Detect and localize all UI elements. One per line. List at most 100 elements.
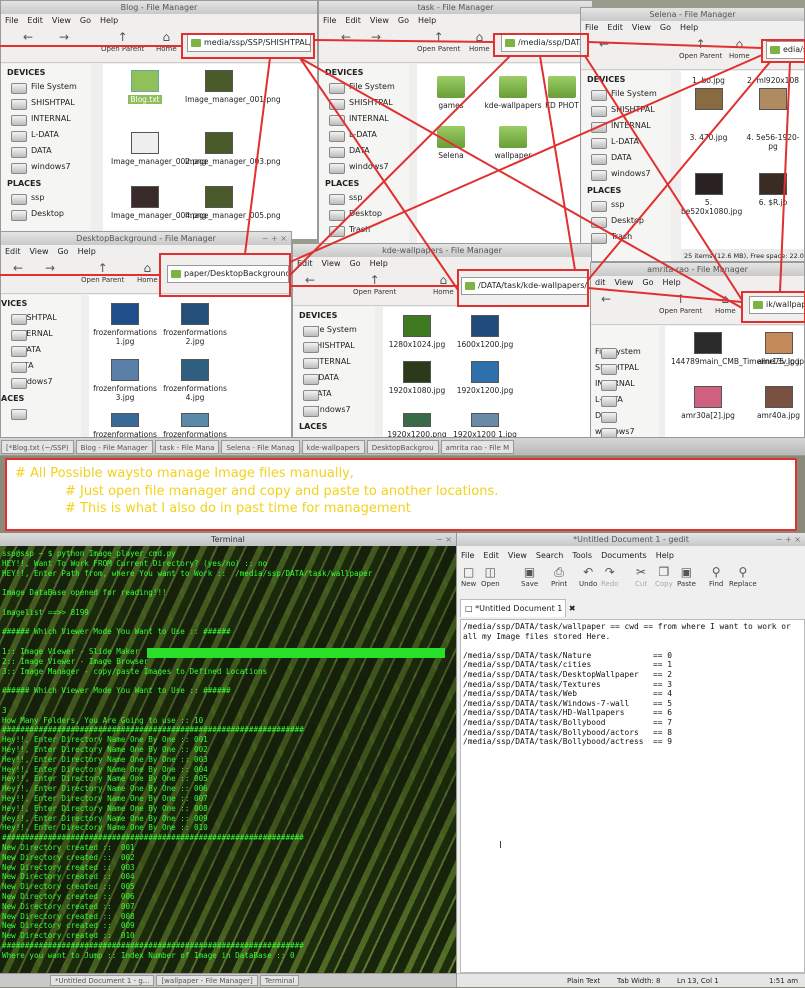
replace-icon: ⚲ <box>738 565 748 579</box>
terminal-window: Terminal − × ssp@ssp ~ $ python Image_pla… <box>0 533 456 987</box>
close-tab-icon[interactable]: ✖ <box>569 604 576 613</box>
text-editor-area[interactable]: /media/ssp/DATA/task/wallpaper == cwd ==… <box>460 619 805 973</box>
terminal-line: HEY!!, Enter Path from, where You want t… <box>2 568 373 578</box>
terminal-line: ########################################… <box>2 725 304 735</box>
terminal-line: Hey!!, Enter Directory Name One By One :… <box>2 754 208 764</box>
print-button[interactable]: ⎙ Print <box>551 564 567 588</box>
editor-line: /media/ssp/DATA/task/Nature == 0 <box>463 650 673 660</box>
cut-button[interactable]: ✂ Cut <box>635 564 647 588</box>
annotation-box <box>761 39 805 63</box>
tab-untitled-document[interactable]: □ *Untitled Document 1 ✖ <box>460 599 576 617</box>
document-icon: □ <box>465 604 473 613</box>
annotation-box <box>159 253 291 297</box>
terminal-line: imagelist ==>> 8199 <box>2 607 89 617</box>
note-line: # Just open file manager and copy and pa… <box>65 484 499 499</box>
taskbar-item[interactable]: *Untitled Document 1 - g... <box>50 975 155 986</box>
terminal-title: Terminal − × <box>0 533 456 546</box>
copy-icon: ❐ <box>658 565 670 579</box>
editor-line: /media/ssp/DATA/task/Bollybood/actors ==… <box>463 727 673 737</box>
redo-icon: ↷ <box>604 565 615 579</box>
terminal-line: New Directory created :: 005 <box>2 882 135 892</box>
annotation-box <box>181 33 315 59</box>
terminal-line: Hey!!, Enter Directory Name One By One :… <box>2 745 208 754</box>
editor-line: /media/ssp/DATA/task/cities == 1 <box>463 660 673 670</box>
annotation-arrows <box>0 33 805 323</box>
paste-icon: ▣ <box>680 565 693 579</box>
paste-button[interactable]: ▣ Paste <box>677 564 696 588</box>
find-button[interactable]: ⚲ Find <box>709 564 723 588</box>
status-bar: Plain Text Tab Width: 8 Ln 13, Col 1 1:5… <box>457 973 805 987</box>
cursor-position: Ln 13, Col 1 <box>677 977 719 985</box>
tab-width-selector[interactable]: Tab Width: 8 <box>617 974 660 988</box>
print-icon: ⎙ <box>554 565 564 579</box>
menu-tools[interactable]: Tools <box>572 551 592 560</box>
new-document-icon: □ <box>462 565 475 579</box>
menu-documents[interactable]: Documents <box>601 551 647 560</box>
terminal-line: New Directory created :: 002 <box>2 852 135 862</box>
menu-view[interactable]: View <box>508 551 527 560</box>
terminal-line: New Directory created :: 004 <box>2 872 135 882</box>
terminal-line: ########################################… <box>2 833 304 843</box>
open-button[interactable]: ◫ Open <box>481 564 500 588</box>
note-line: # All Possible waysto manage Image files… <box>15 466 354 481</box>
terminal-line: New Directory created :: 007 <box>2 901 135 911</box>
editor-line: /media/ssp/DATA/task/HD-Wallpapers == 6 <box>463 708 673 718</box>
text-cursor-icon: I <box>499 840 502 851</box>
terminal-line: Image DataBase opened for reading!!! <box>2 588 167 598</box>
terminal-line: New Directory created :: 001 <box>2 843 135 852</box>
terminal-line: ########################################… <box>2 941 304 950</box>
terminal-line: Hey!!, Enter Directory Name One By One :… <box>2 764 208 774</box>
find-icon: ⚲ <box>711 565 721 579</box>
terminal-line: Hey!!, Enter Directory Name One By One :… <box>2 823 208 833</box>
window-controls-icon: − + × <box>775 535 801 544</box>
terminal-line: How Many Folders, You Are Going to use :… <box>2 715 204 725</box>
menu-help[interactable]: Help <box>656 551 674 560</box>
taskbar-item[interactable]: [wallpaper - File Manager] <box>156 975 258 986</box>
save-icon: ▣ <box>523 565 536 579</box>
window-controls-icon: − × <box>436 535 452 544</box>
annotation-box <box>493 33 589 57</box>
save-button[interactable]: ▣ Save <box>521 564 538 588</box>
editor-line: /media/ssp/DATA/task/Web == 4 <box>463 689 673 699</box>
terminal-line: HEY!!, Want To Work FROM Current Directo… <box>2 558 268 568</box>
terminal-line: ###### Which Viewer Mode You Want to Use… <box>2 627 231 637</box>
terminal-line: Hey!!, Enter Directory Name One By One :… <box>2 774 208 784</box>
undo-button[interactable]: ↶ Undo <box>579 564 597 588</box>
menu-search[interactable]: Search <box>536 551 563 560</box>
new-button[interactable]: □ New <box>461 564 476 588</box>
note-line: # This is what I also do in past time fo… <box>65 501 411 516</box>
terminal-line: Hey!!, Enter Directory Name One By One :… <box>2 784 208 794</box>
terminal-line: ssp@ssp ~ $ python Image_player_cmd.py <box>2 549 176 558</box>
replace-button[interactable]: ⚲ Replace <box>729 564 757 588</box>
editor-line: /media/ssp/DATA/task/Textures == 3 <box>463 679 673 689</box>
taskbar-item[interactable]: Terminal <box>259 975 300 986</box>
editor-line: /media/ssp/DATA/task/DesktopWallpaper ==… <box>463 670 673 679</box>
redo-button[interactable]: ↷ Redo <box>601 564 619 588</box>
editor-line: /media/ssp/DATA/task/Bollybood/actress =… <box>463 737 673 747</box>
bottom-taskbar: *Untitled Document 1 - g... [wallpaper - … <box>0 973 456 987</box>
menu-edit[interactable]: Edit <box>483 551 499 560</box>
undo-icon: ↶ <box>583 565 594 579</box>
clock: 1:51 am <box>769 977 799 985</box>
gedit-window: *Untitled Document 1 - gedit − + × File Ed… <box>456 533 805 987</box>
terminal-line: Hey!!, Enter Directory Name One By One :… <box>2 813 208 823</box>
terminal-line: 3 <box>2 705 7 715</box>
terminal-line: New Directory created :: 010 <box>2 931 135 941</box>
language-selector[interactable]: Plain Text <box>567 974 600 988</box>
copy-button[interactable]: ❐ Copy <box>655 564 673 588</box>
editor-line: /media/ssp/DATA/task/Windows-7-wall == 5 <box>463 698 673 708</box>
menu-file[interactable]: File <box>461 551 474 560</box>
terminal-line: 2:: Image Viewer - Image Browser <box>2 656 149 666</box>
terminal-line: New Directory created :: 009 <box>2 921 135 931</box>
annotation-box <box>741 291 805 323</box>
terminal-line: 3:: Image Manager - copy/paste Images to… <box>2 666 268 676</box>
terminal-line: New Directory created :: 008 <box>2 911 135 921</box>
open-folder-icon: ◫ <box>484 565 497 579</box>
terminal-line: New Directory created :: 006 <box>2 892 135 901</box>
terminal-line: Hey!!, Enter Directory Name One By One :… <box>2 803 208 813</box>
gedit-title: *Untitled Document 1 - gedit − + × <box>457 533 805 546</box>
cut-icon: ✂ <box>636 565 647 579</box>
editor-line: /media/ssp/DATA/task/wallpaper == cwd ==… <box>463 622 791 631</box>
menu-bar: File Edit View Search Tools Documents Help <box>457 549 805 562</box>
terminal-line: Hey!!, Enter Directory Name One By One :… <box>2 735 208 745</box>
